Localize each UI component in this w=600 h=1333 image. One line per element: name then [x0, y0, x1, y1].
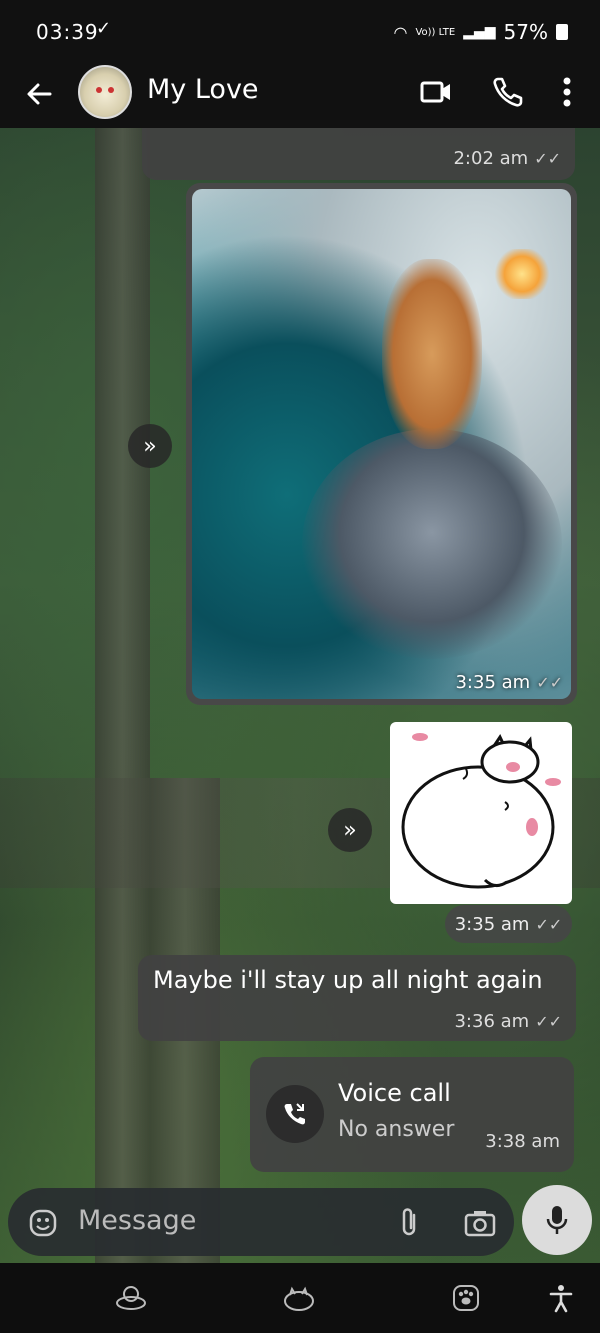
message-text: Maybe i'll stay up all night again — [153, 966, 543, 994]
message-input[interactable]: Message — [78, 1205, 196, 1236]
status-bar: 03:39 ✓ ◠ Vo)) LTE ▂▄▆ 57% — [0, 0, 600, 62]
video-camera-icon[interactable] — [418, 74, 454, 110]
sticker-message[interactable] — [390, 722, 572, 904]
status-time: 03:39 — [36, 20, 99, 44]
message-composer[interactable]: Message — [8, 1188, 514, 1256]
shark-figure — [302, 429, 562, 659]
emoji-icon[interactable] — [28, 1208, 58, 1238]
forward-icon: » — [143, 433, 157, 459]
wifi-icon: ◠ — [393, 22, 408, 42]
muzzle-flash — [492, 249, 552, 299]
system-nav-bar — [0, 1263, 600, 1333]
more-vertical-icon[interactable] — [552, 74, 582, 110]
forward-button[interactable]: » — [328, 808, 372, 852]
read-check-icon: ✓✓ — [536, 673, 563, 692]
call-icon-button[interactable] — [266, 1085, 324, 1143]
sleeping-cat-icon[interactable] — [282, 1283, 316, 1313]
missed-call-icon — [284, 1103, 305, 1125]
forward-icon: » — [343, 817, 357, 843]
message-time: 3:36 am — [454, 1011, 530, 1032]
voice-call-message[interactable]: Voice call No answer 3:38 am — [250, 1057, 574, 1172]
accessibility-icon[interactable] — [546, 1283, 576, 1313]
sync-icon: ✓ — [96, 18, 112, 39]
call-title: Voice call — [338, 1079, 451, 1107]
shark-cat-image[interactable] — [192, 189, 571, 699]
read-check-icon: ✓✓ — [535, 1012, 562, 1031]
back-arrow-icon[interactable] — [20, 74, 60, 114]
microphone-button[interactable] — [522, 1185, 592, 1255]
image-message[interactable]: 3:35 am ✓✓ — [186, 183, 577, 705]
camera-icon[interactable] — [463, 1208, 497, 1238]
network-label: Vo)) LTE — [415, 26, 456, 38]
message-bubble[interactable]: Maybe i'll stay up all night again 3:36 … — [138, 955, 576, 1041]
paw-icon[interactable] — [451, 1283, 481, 1313]
message-bubble[interactable]: 2:02 am ✓✓ — [142, 128, 575, 180]
battery-icon — [556, 24, 568, 40]
tree-trunk — [95, 128, 150, 1263]
battery-label: 57% — [503, 20, 548, 44]
avatar[interactable] — [78, 65, 132, 119]
forward-button[interactable]: » — [128, 424, 172, 468]
paperclip-icon[interactable] — [396, 1205, 422, 1239]
call-status: No answer — [338, 1117, 455, 1142]
contact-name[interactable]: My Love — [147, 74, 259, 105]
chat-header: My Love — [0, 62, 600, 128]
cat-figure — [382, 259, 482, 449]
read-check-icon: ✓✓ — [534, 149, 561, 168]
read-check-icon: ✓✓ — [535, 914, 563, 934]
cat-bowl-icon[interactable] — [114, 1283, 148, 1313]
message-time: 3:35 am — [455, 672, 531, 693]
message-time: 3:38 am — [485, 1131, 560, 1152]
phone-icon[interactable] — [490, 74, 526, 110]
message-time: 3:35 am — [454, 913, 530, 935]
microphone-icon — [546, 1206, 568, 1234]
signal-icon: ▂▄▆ — [463, 24, 496, 40]
sticker-art — [401, 733, 561, 889]
message-time: 2:02 am — [453, 148, 529, 169]
